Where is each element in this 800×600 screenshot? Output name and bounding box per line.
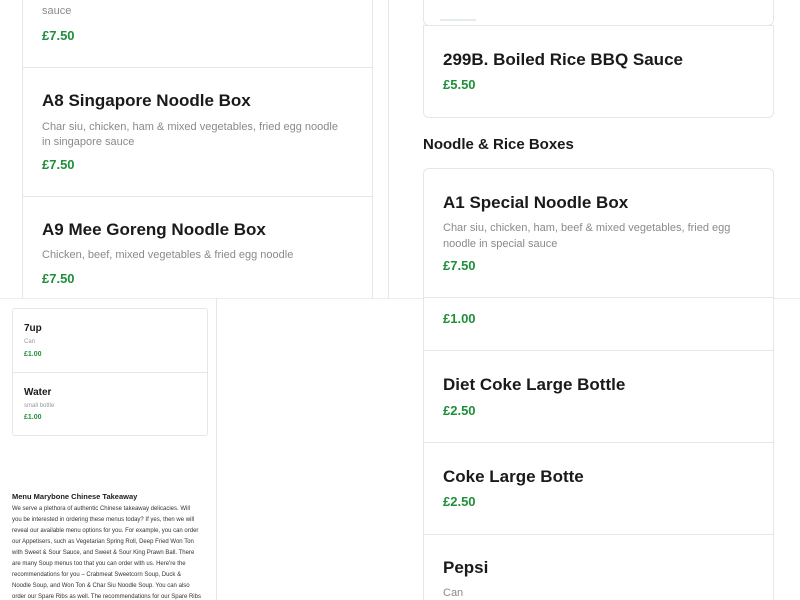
drink-price: £1.00 <box>443 311 476 326</box>
about-line: you be interested in ordering these menu… <box>12 517 195 523</box>
about-line: recommendations for you – Crabmeat Sweet… <box>12 572 182 578</box>
drink-card[interactable]: Pepsi Can <box>423 534 774 600</box>
menu-item-card[interactable]: 299B. Boiled Rice BBQ Sauce £5.50 <box>423 25 774 118</box>
drink-card[interactable]: Diet Coke Large Bottle £2.50 <box>423 350 774 443</box>
item-title: A9 Mee Goreng Noodle Box <box>42 220 266 239</box>
menu-item-card[interactable]: A1 Special Noodle Box Char siu, chicken,… <box>423 168 774 318</box>
drink-price: £2.50 <box>443 494 476 509</box>
item-title: A1 Special Noodle Box <box>443 193 629 212</box>
item-price: £7.50 <box>42 28 75 43</box>
item-image-edge <box>440 19 476 21</box>
drink-title: Water <box>24 387 52 398</box>
menu-item-card[interactable]: A8 Singapore Noodle Box Char siu, chicke… <box>22 67 373 197</box>
lower-left-divider <box>216 298 217 600</box>
drink-title: Coke Large Botte <box>443 467 584 486</box>
about-line: order our Spare Ribs as well. The recomm… <box>12 594 201 600</box>
about-line: Noodle Soup, and Won Ton & Char Siu Nood… <box>12 583 190 589</box>
drink-price: £1.00 <box>24 351 42 358</box>
drink-card-small[interactable]: Water small bottle £1.00 <box>12 372 208 436</box>
item-title: 299B. Boiled Rice BBQ Sauce <box>443 50 683 69</box>
item-price: £7.50 <box>42 271 75 286</box>
item-title: A8 Singapore Noodle Box <box>42 91 251 110</box>
drink-description: Can <box>443 587 464 599</box>
menu-item-card-partial[interactable]: sauce £7.50 <box>22 0 373 68</box>
drink-description: Can <box>24 339 36 345</box>
about-line: our Appetisers, such as Vegetarian Sprin… <box>12 539 194 545</box>
drink-price: £2.50 <box>443 403 476 418</box>
drink-price: £1.00 <box>24 414 42 421</box>
item-description: sauce <box>42 5 72 17</box>
drink-card-small[interactable]: 7up Can £1.00 <box>12 308 208 373</box>
about-title: Menu Marybone Chinese Takeaway <box>12 492 138 501</box>
section-heading: Noodle & Rice Boxes <box>423 136 574 153</box>
about-line: We serve a plethora of authentic Chinese… <box>12 506 190 512</box>
drink-title: 7up <box>24 323 42 334</box>
menu-item-card-partial <box>423 0 774 26</box>
item-price: £5.50 <box>443 77 476 92</box>
drink-card-partial[interactable]: £1.00 <box>423 297 774 351</box>
drink-title: Pepsi <box>443 558 489 577</box>
about-line: reveal our available menu options for yo… <box>12 528 199 534</box>
item-description: Char siu, chicken, ham & mixed vegetable… <box>42 121 338 148</box>
item-price: £7.50 <box>42 157 75 172</box>
item-price: £7.50 <box>443 258 476 273</box>
about-text: We serve a plethora of authentic Chinese… <box>12 504 212 600</box>
item-description: Char siu, chicken, ham, beef & mixed veg… <box>443 222 731 250</box>
about-line: with Sweet & Sour Sauce, and Sweet & Sou… <box>12 550 195 556</box>
about-line: are many Soup menus too that you can ord… <box>12 561 186 567</box>
drink-title: Diet Coke Large Bottle <box>443 375 626 394</box>
column-divider <box>388 0 389 298</box>
drink-description: small bottle <box>24 403 55 409</box>
drink-card[interactable]: Coke Large Botte £2.50 <box>423 442 774 535</box>
page: sauce £7.50 A8 Singapore Noodle Box Char… <box>0 0 800 600</box>
item-description: Chicken, beef, mixed vegetables & fried … <box>42 249 294 261</box>
